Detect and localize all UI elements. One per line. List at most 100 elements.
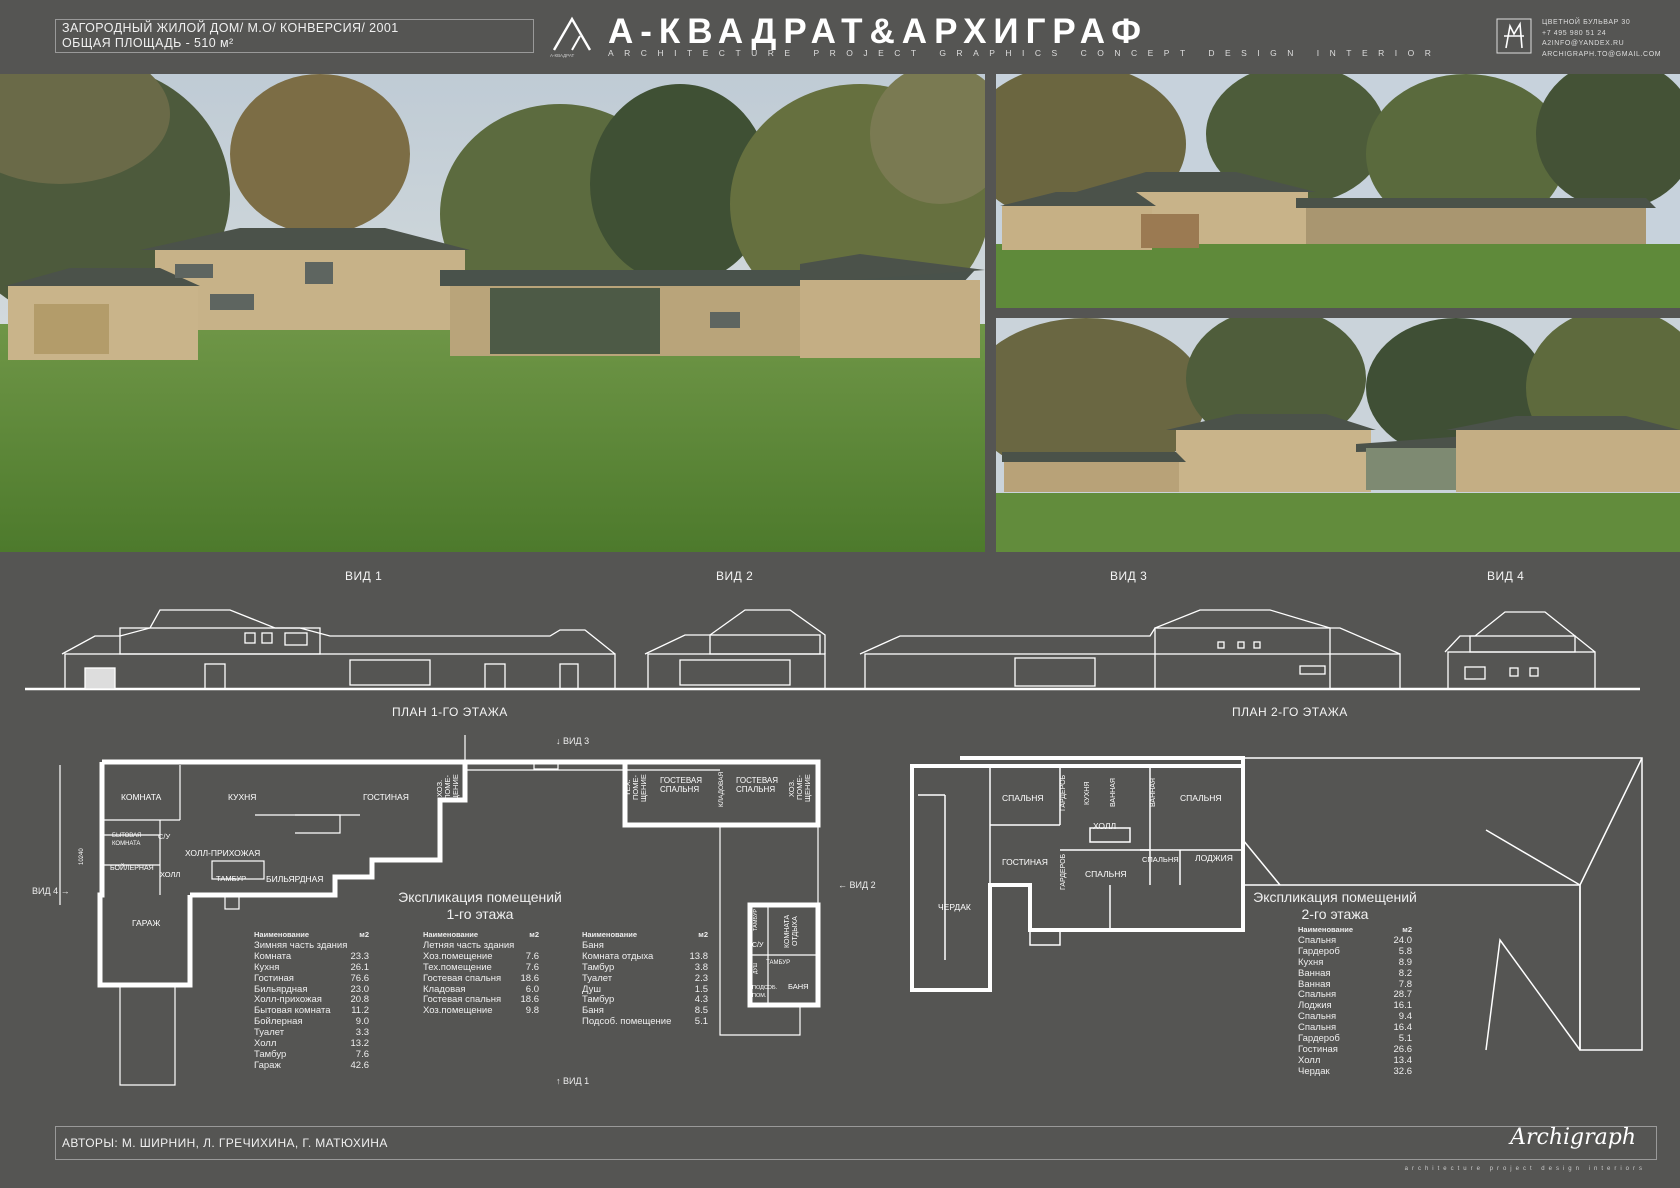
table-row: Гараж 42.6 [254, 1059, 370, 1072]
room-komnata-otdyha: КОМНАТА ОТДЫХА [784, 914, 799, 948]
explication-1-title-line1: Экспликация помещений [398, 889, 562, 905]
room-area: 8.2 [1398, 967, 1412, 979]
table-row: Туалет 2.3 [582, 972, 708, 985]
f2-cherdak: ЧЕРДАК [938, 902, 971, 912]
room-bilyardnaya: БИЛЬЯРДНАЯ [266, 874, 324, 884]
signature-subtitle: architecture project design interiors [1404, 1166, 1646, 1172]
f2-holl: ХОЛЛ [1093, 821, 1117, 831]
room-area: 7.6 [525, 961, 539, 973]
project-area: ОБЩАЯ ПЛОЩАДЬ - 510 м² [62, 36, 234, 50]
f2-garderob-2: ГАРДЕРОБ [1060, 853, 1067, 891]
table-row: Кухня 26.1 [254, 961, 370, 974]
explication-2-title-line1: Экспликация помещений [1253, 889, 1417, 905]
f2-lodzhiya: ЛОДЖИЯ [1195, 853, 1233, 863]
room-area: 3.8 [694, 961, 708, 973]
room-banya: БАНЯ [788, 982, 809, 991]
room-su-2: С/У [752, 942, 764, 949]
room-name: Подсоб. помещение [582, 1016, 672, 1028]
room-area: 32.6 [1393, 1065, 1413, 1077]
arrow-view-2-label: ВИД 2 [849, 880, 876, 890]
contact-email-1: A2INFO@YANDEX.RU [1542, 40, 1625, 47]
room-area: 42.6 [350, 1059, 370, 1071]
room-hoz-2: ХОЗ. ПОМЕ- ЩЕНИЕ [787, 774, 812, 802]
room-name: Тех.помещение [423, 961, 492, 973]
room-name: Гостиная [254, 972, 294, 984]
room-name: Гостевая спальня [423, 972, 502, 984]
elevations-drawing [25, 609, 1640, 691]
triangle-logo-icon: А-КВАДРАТ [550, 16, 592, 58]
f2-vannaya-1: ВАННАЯ [1110, 778, 1117, 808]
table-row: Чердак 32.6 [1298, 1065, 1413, 1078]
explication-1-title-line2: 1-го этажа [446, 906, 514, 922]
table-row: Ванная 8.2 [1298, 967, 1412, 980]
room-name: Кухня [254, 961, 280, 973]
room-area: 8.9 [1398, 956, 1412, 968]
elevation-view-3 [859, 609, 1401, 690]
plan-2-title: ПЛАН 2-ГО ЭТАЖА [1232, 705, 1348, 719]
view-3-label: ВИД 3 [1110, 569, 1148, 583]
project-info-box: ЗАГОРОДНЫЙ ЖИЛОЙ ДОМ/ М.О/ КОНВЕРСИЯ/ 20… [55, 19, 534, 53]
room-area: 76.6 [350, 972, 370, 984]
contact-phone: +7 495 980 51 24 [1542, 29, 1607, 37]
room-area: 2.3 [694, 972, 708, 984]
plan-1-title: ПЛАН 1-ГО ЭТАЖА [392, 705, 508, 719]
table-row: Хоз.помещение 9.8 [423, 1005, 539, 1017]
arrow-view-4: ВИД 4 → [32, 886, 70, 896]
room-kuhnya: КУХНЯ [228, 792, 257, 802]
room-area: 26.1 [350, 961, 370, 973]
room-name: Ванная [1298, 967, 1331, 979]
room-gost-spalnya-2: ГОСТЕВАЯ СПАЛЬНЯ [736, 776, 779, 794]
footer-box: АВТОРЫ: М. ШИРНИН, Л. ГРЕЧИХИНА, Г. МАТЮ… [55, 1125, 1657, 1172]
room-bytovaya: БЫТОВАЯ КОМНАТА [112, 833, 142, 847]
room-tambur-2: ТАМБУР [753, 908, 759, 932]
arrow-view-2: ← ВИД 2 [838, 880, 876, 890]
brand-logo-caption: А-КВАДРАТ [550, 53, 575, 58]
room-komnata: КОМНАТА [121, 792, 162, 802]
explication-2-title-line2: 2-го этажа [1301, 906, 1369, 922]
house-render-image-3 [996, 318, 1680, 552]
table-row: Подсоб. помещение 5.1 [582, 1016, 708, 1028]
contact-address: ЦВЕТНОЙ БУЛЬВАР 30 [1542, 19, 1631, 26]
table-row: Тамбур 3.8 [582, 961, 708, 974]
room-name: Туалет [582, 972, 613, 984]
brand-header: А-КВАДРАТ А-КВАДРАТ&АРХИГРАФ ARCHITECTUR… [548, 12, 1532, 58]
room-area: 18.6 [520, 972, 540, 984]
room-gost-spalnya-1: ГОСТЕВАЯ СПАЛЬНЯ [660, 776, 703, 794]
room-tambur: ТАМБУР [216, 874, 247, 883]
arrow-view-4-label: ВИД 4 [32, 886, 59, 896]
room-name: Хоз.помещение [423, 1005, 493, 1017]
f2-garderob-1: ГАРДЕРОБ [1060, 774, 1067, 812]
table-row: Тех.помещение 7.6 [423, 961, 539, 974]
elevation-view-1 [61, 609, 616, 690]
elevation-view-2 [644, 609, 826, 690]
f2-gostinaya: ГОСТИНАЯ [1002, 857, 1048, 867]
room-kladovaya: КЛАДОВАЯ [718, 771, 725, 807]
room-hoz-1: ХОЗ. ПОМЕ- ЩЕНИЕ [435, 774, 460, 802]
render-main-view [0, 74, 985, 552]
explication-1-title: Экспликация помещений 1-го этажа [345, 889, 615, 923]
room-name: Тамбур [582, 961, 615, 973]
f2-spalnya-3: СПАЛЬНЯ [1085, 869, 1127, 879]
room-garazh: ГАРАЖ [132, 918, 161, 928]
f2-vannaya-2: ВАННАЯ [1150, 778, 1157, 808]
arrow-view-1: ↑ ВИД 1 [556, 1076, 590, 1086]
project-title: ЗАГОРОДНЫЙ ЖИЛОЙ ДОМ/ М.О/ КОНВЕРСИЯ/ 20… [62, 21, 399, 35]
room-area: 5.1 [694, 1016, 708, 1028]
figure-logo-icon [1496, 18, 1532, 54]
authors-text: АВТОРЫ: М. ШИРНИН, Л. ГРЕЧИХИНА, Г. МАТЮ… [62, 1136, 388, 1150]
header-unit: м2 [698, 930, 708, 939]
signature-logo: Archigraph [1510, 1125, 1636, 1150]
f2-spalnya-1: СПАЛЬНЯ [1002, 793, 1044, 803]
explication-1-column-1: Наименование м2 Зимняя часть здания Комната… [254, 930, 369, 1072]
view-1-label: ВИД 1 [345, 569, 383, 583]
header-unit: м2 [529, 930, 539, 939]
arrow-view-3: ↓ ВИД 3 [556, 736, 590, 746]
f2-spalnya-2: СПАЛЬНЯ [1180, 793, 1222, 803]
room-dush: ДУШ [753, 962, 759, 974]
room-teh: ТЕХ. ПОМЕ- ЩЕНИЕ [623, 774, 648, 802]
room-area: 9.8 [525, 1005, 539, 1017]
room-holl-prihozhaya: ХОЛЛ-ПРИХОЖАЯ [185, 848, 261, 858]
brand-subtitle: ARCHITECTURE PROJECT GRAPHICS CONCEPT DE… [608, 48, 1442, 58]
f2-spalnya-4: СПАЛЬНЯ [1142, 855, 1179, 864]
f2-kuhnya: КУХНЯ [1084, 781, 1091, 805]
